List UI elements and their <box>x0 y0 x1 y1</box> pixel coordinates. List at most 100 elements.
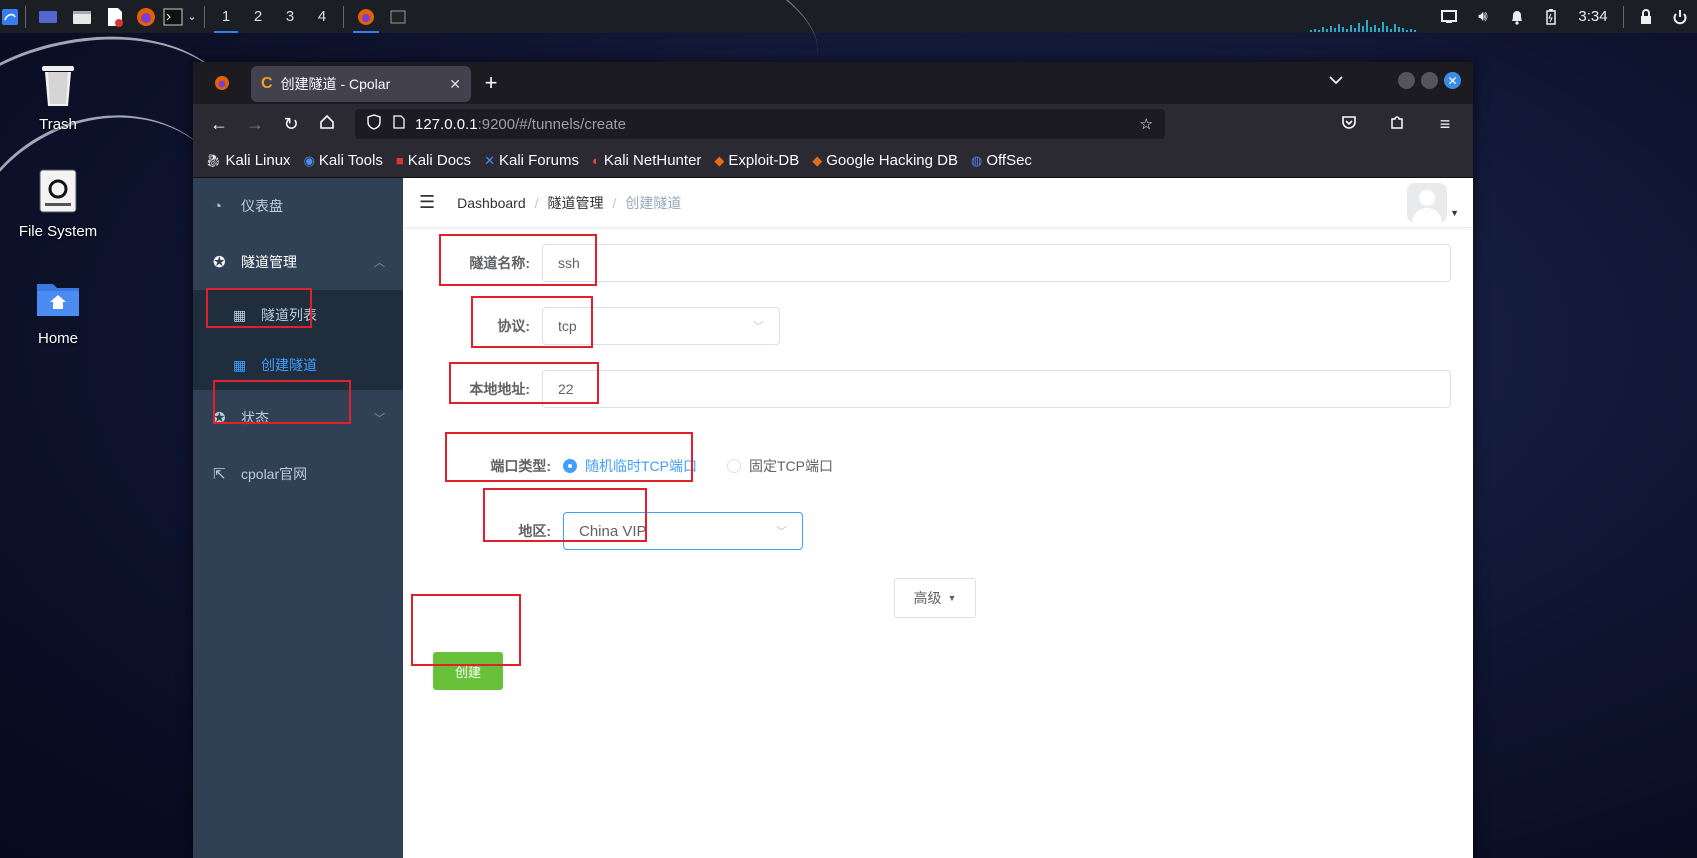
advanced-button[interactable]: 高级 ▼ <box>894 578 976 618</box>
sidebar-item-create-tunnel[interactable]: ▦ 创建隧道 <box>193 340 403 390</box>
kali-tools-icon: ◉ <box>303 152 315 168</box>
bookmark-ghdb[interactable]: ◆ Google Hacking DB <box>812 152 958 169</box>
submenu-tunnels: ▦ 隧道列表 ▦ 创建隧道 <box>193 290 403 390</box>
tab-bar: C 创建隧道 - Cpolar ✕ + ✕ <box>193 62 1473 104</box>
grid-icon: ▦ <box>233 356 247 373</box>
sidebar-item-dashboard[interactable]: ◔ 仪表盘 <box>193 178 403 234</box>
caret-down-icon[interactable]: ▼ <box>1450 208 1459 218</box>
firefox-view-icon[interactable] <box>193 62 251 104</box>
forward-arrow-icon[interactable]: → <box>237 114 273 135</box>
bookmark-kali-linux[interactable]: 🐉︎ Kali Linux <box>205 152 291 169</box>
desktop-home[interactable]: Home <box>3 272 113 347</box>
close-window-button[interactable]: ✕ <box>1444 72 1461 89</box>
status-icon: ✪ <box>213 410 226 427</box>
display-icon[interactable] <box>1432 0 1466 33</box>
top-panel: ⌄ 1 2 3 4 🔊︎ 3:34 <box>0 0 1697 33</box>
url-host: 127.0.0.1 <box>415 115 478 133</box>
pocket-icon[interactable] <box>1331 114 1367 135</box>
avatar[interactable] <box>1407 183 1447 223</box>
form-row-local-addr: 本地地址: 22 <box>403 370 1451 408</box>
list-tabs-chevron-icon[interactable] <box>1329 72 1343 88</box>
nethunter-icon: ◐ <box>592 153 600 168</box>
dashboard-gauge-icon: ◔ <box>213 197 223 215</box>
power-icon[interactable] <box>1663 0 1697 33</box>
url-path: :9200/#/tunnels/create <box>477 115 627 133</box>
lock-icon[interactable] <box>1629 0 1663 33</box>
breadcrumb-tunnel-mgmt[interactable]: 隧道管理 <box>548 193 604 213</box>
sidebar-item-status[interactable]: ✪ 状态 ﹀ <box>193 390 403 446</box>
maximize-button[interactable] <box>1421 72 1438 89</box>
trash-icon <box>32 58 84 110</box>
kali-menu-icon[interactable] <box>0 0 20 33</box>
back-arrow-icon[interactable]: ← <box>201 114 237 135</box>
bookmark-star-icon[interactable]: ☆ <box>1140 115 1153 133</box>
home-folder-icon <box>32 272 84 324</box>
bookmark-kali-nethunter[interactable]: ◐ Kali NetHunter <box>592 152 701 169</box>
workspace-1[interactable]: 1 <box>210 0 242 33</box>
external-link-icon: ⇱ <box>213 466 226 483</box>
chevron-down-icon[interactable]: ⌄ <box>185 0 199 33</box>
bookmark-offsec[interactable]: ◍ OffSec <box>971 152 1032 169</box>
bookmark-exploit-db[interactable]: ◆ Exploit-DB <box>714 152 799 169</box>
create-button[interactable]: 创建 <box>433 652 503 690</box>
new-tab-icon[interactable]: + <box>471 70 511 96</box>
text-editor-icon[interactable] <box>99 0 131 33</box>
tab-active[interactable]: C 创建隧道 - Cpolar ✕ <box>251 66 471 102</box>
desktop-filesystem[interactable]: File System <box>3 165 113 240</box>
reload-icon[interactable]: ↻ <box>273 114 309 135</box>
sidebar-toggle-icon[interactable]: ☰ <box>419 192 435 213</box>
sidebar-item-tunnel-list[interactable]: ▦ 隧道列表 <box>193 290 403 340</box>
form-row-name: 隧道名称: ssh <box>403 244 1451 282</box>
tab-title: 创建隧道 - Cpolar <box>280 76 391 92</box>
firefox-launcher-icon[interactable] <box>131 0 161 33</box>
browser-window: C 创建隧道 - Cpolar ✕ + ✕ ← → ↻ 127.0.0.1:9 <box>193 62 1473 858</box>
chevron-down-icon: ﹀ <box>776 526 787 538</box>
tunnel-mgmt-icon: ✪ <box>213 254 226 271</box>
grid-icon: ▦ <box>233 306 247 323</box>
battery-icon[interactable] <box>1534 0 1568 33</box>
bookmark-kali-forums[interactable]: ✕ Kali Forums <box>484 152 579 169</box>
clock[interactable]: 3:34 <box>1568 0 1618 33</box>
main-content: ☰ Dashboard / 隧道管理 / 创建隧道 ▼ 隧道名称: ssh 协议… <box>403 178 1473 858</box>
workspace-2[interactable]: 2 <box>242 0 274 33</box>
hamburger-menu-icon[interactable]: ≡ <box>1427 114 1463 135</box>
form-row-region: 地区: China VIP ﹀ <box>403 512 803 550</box>
close-tab-icon[interactable]: ✕ <box>449 76 461 93</box>
exploit-db-icon: ◆ <box>714 152 725 168</box>
region-select[interactable]: China VIP ﹀ <box>563 512 803 550</box>
terminal-launcher-icon[interactable] <box>161 0 185 33</box>
sidebar-item-tunnel-mgmt[interactable]: ✪ 隧道管理 ︿ <box>193 234 403 290</box>
tunnel-name-input[interactable]: ssh <box>542 244 1451 282</box>
protocol-label: 协议: <box>497 318 530 334</box>
bookmark-kali-docs[interactable]: ■ Kali Docs <box>396 152 471 169</box>
form-row-protocol: 协议: tcp ﹀ <box>403 307 780 345</box>
minimize-button[interactable] <box>1398 72 1415 89</box>
sidebar: ◔ 仪表盘 ✪ 隧道管理 ︿ ▦ 隧道列表 ▦ 创建隧道 ✪ 状态 ﹀ ⇱ cp… <box>193 178 403 858</box>
bookmarks-toolbar: 🐉︎ Kali Linux ◉ Kali Tools ■ Kali Docs ✕ Kal… <box>193 144 1473 178</box>
home-icon[interactable] <box>309 114 345 135</box>
show-desktop-icon[interactable] <box>31 0 65 33</box>
cpolar-page: ◔ 仪表盘 ✪ 隧道管理 ︿ ▦ 隧道列表 ▦ 创建隧道 ✪ 状态 ﹀ ⇱ cp… <box>193 178 1473 858</box>
shield-icon[interactable] <box>367 114 381 134</box>
protocol-select[interactable]: tcp ﹀ <box>542 307 780 345</box>
nav-bar: ← → ↻ 127.0.0.1:9200/#/tunnels/create ☆ … <box>193 104 1473 144</box>
file-manager-icon[interactable] <box>65 0 99 33</box>
workspace-3[interactable]: 3 <box>274 0 306 33</box>
bookmark-kali-tools[interactable]: ◉ Kali Tools <box>304 152 383 169</box>
name-label: 隧道名称: <box>469 255 530 271</box>
volume-icon[interactable]: 🔊︎ <box>1466 0 1500 33</box>
page-header: ☰ Dashboard / 隧道管理 / 创建隧道 ▼ <box>403 178 1473 228</box>
radio-fixed-port[interactable]: 固定TCP端口 <box>727 456 833 476</box>
chevron-up-icon: ︿ <box>374 257 385 269</box>
local-addr-input[interactable]: 22 <box>542 370 1451 408</box>
radio-random-port[interactable]: 随机临时TCP端口 <box>563 456 697 476</box>
form-row-port-type: 端口类型: 随机临时TCP端口 固定TCP端口 <box>403 455 863 477</box>
url-bar[interactable]: 127.0.0.1:9200/#/tunnels/create ☆ <box>355 109 1165 139</box>
extensions-icon[interactable] <box>1379 114 1415 135</box>
desktop-trash[interactable]: Trash <box>3 58 113 133</box>
drive-icon <box>32 165 84 217</box>
sidebar-item-website[interactable]: ⇱ cpolar官网 <box>193 446 403 502</box>
breadcrumb-dashboard[interactable]: Dashboard <box>457 195 526 211</box>
breadcrumb-create-tunnel: 创建隧道 <box>625 194 682 211</box>
notification-bell-icon[interactable] <box>1500 0 1534 33</box>
